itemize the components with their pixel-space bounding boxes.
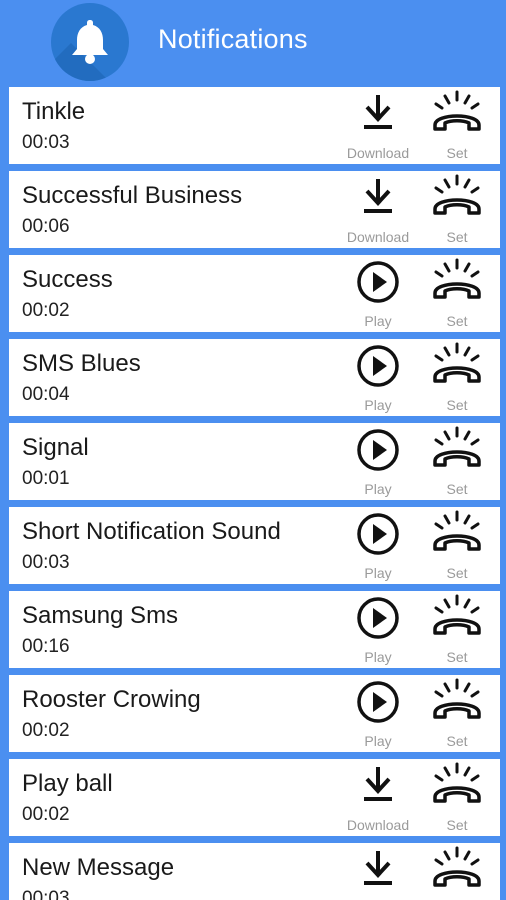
ringing-phone-icon <box>433 846 481 887</box>
play-icon <box>357 597 399 639</box>
ringtone-duration: 00:01 <box>22 468 70 489</box>
set-label: Set <box>446 397 468 413</box>
download-icon <box>364 851 392 885</box>
list-item[interactable]: Samsung Sms 00:16 Play Set <box>9 591 500 668</box>
ringing-phone-icon <box>433 762 481 803</box>
set-label: Set <box>446 481 468 497</box>
ringtone-name: New Message <box>22 854 175 881</box>
play-button[interactable]: Play <box>333 423 423 500</box>
play-label: Play <box>364 481 392 497</box>
set-button[interactable]: Set <box>411 339 503 416</box>
ringtone-name: Success <box>22 266 113 293</box>
ringtone-duration: 00:03 <box>22 132 70 153</box>
app: Notifications Tinkle 00:03 Download Set … <box>0 0 506 900</box>
download-button[interactable]: Download <box>333 171 423 248</box>
play-label: Play <box>364 733 392 749</box>
list-item[interactable]: Signal 00:01 Play Set <box>9 423 500 500</box>
download-label: Download <box>346 229 410 245</box>
ringtone-duration: 00:02 <box>22 300 70 321</box>
ringing-phone-icon <box>433 510 481 551</box>
set-label: Set <box>446 565 468 581</box>
play-icon <box>357 345 399 387</box>
ringing-phone-icon <box>433 594 481 635</box>
download-icon <box>364 767 392 801</box>
set-button[interactable]: Set <box>411 759 503 836</box>
ringtone-list: Tinkle 00:03 Download Set Successful Bus… <box>9 87 500 900</box>
set-label: Set <box>446 313 468 329</box>
set-button[interactable]: Set <box>411 843 503 900</box>
play-icon <box>357 261 399 303</box>
bell-icon <box>51 3 129 81</box>
download-icon <box>364 179 392 213</box>
ringing-phone-icon <box>433 174 481 215</box>
play-label: Play <box>364 565 392 581</box>
set-label: Set <box>446 649 468 665</box>
play-button[interactable]: Play <box>333 339 423 416</box>
top-app-bar: Notifications <box>0 0 506 84</box>
list-item[interactable]: Successful Business 00:06 Download Set <box>9 171 500 248</box>
set-button[interactable]: Set <box>411 423 503 500</box>
ringtone-name: Tinkle <box>22 98 86 125</box>
ringtone-name: Play ball <box>22 770 113 797</box>
ringtone-name: Samsung Sms <box>22 602 179 629</box>
ringing-phone-icon <box>433 678 481 719</box>
ringtone-duration: 00:03 <box>22 888 70 900</box>
ringtone-name: Short Notification Sound <box>22 518 281 545</box>
play-button[interactable]: Play <box>333 675 423 752</box>
ringing-phone-icon <box>433 90 481 131</box>
set-label: Set <box>446 145 468 161</box>
set-label: Set <box>446 733 468 749</box>
play-icon <box>357 681 399 723</box>
set-button[interactable]: Set <box>411 591 503 668</box>
play-label: Play <box>364 313 392 329</box>
page-title: Notifications <box>158 24 308 54</box>
ringing-phone-icon <box>433 342 481 383</box>
play-label: Play <box>364 397 392 413</box>
download-label: Download <box>346 145 410 161</box>
ringtone-duration: 00:06 <box>22 216 70 237</box>
download-button[interactable]: Download <box>333 87 423 164</box>
download-label: Download <box>346 817 410 833</box>
set-button[interactable]: Set <box>411 171 503 248</box>
ringtone-name: Signal <box>22 434 89 461</box>
download-button[interactable]: Download <box>333 843 423 900</box>
list-item[interactable]: SMS Blues 00:04 Play Set <box>9 339 500 416</box>
ringtone-duration: 00:04 <box>22 384 70 405</box>
play-button[interactable]: Play <box>333 591 423 668</box>
download-button[interactable]: Download <box>333 759 423 836</box>
ringtone-name: Rooster Crowing <box>22 686 201 713</box>
play-button[interactable]: Play <box>333 507 423 584</box>
list-item[interactable]: Success 00:02 Play Set <box>9 255 500 332</box>
play-icon <box>357 429 399 471</box>
play-icon <box>357 513 399 555</box>
ringtone-duration: 00:03 <box>22 552 70 573</box>
set-label: Set <box>446 229 468 245</box>
set-button[interactable]: Set <box>411 507 503 584</box>
ringtone-duration: 00:02 <box>22 720 70 741</box>
set-button[interactable]: Set <box>411 255 503 332</box>
ringing-phone-icon <box>433 426 481 467</box>
play-button[interactable]: Play <box>333 255 423 332</box>
list-item[interactable]: Tinkle 00:03 Download Set <box>9 87 500 164</box>
ringtone-duration: 00:02 <box>22 804 70 825</box>
download-icon <box>364 95 392 129</box>
list-item[interactable]: New Message 00:03 Download Set <box>9 843 500 900</box>
set-label: Set <box>446 817 468 833</box>
ringtone-name: Successful Business <box>22 182 243 209</box>
set-button[interactable]: Set <box>411 87 503 164</box>
ringtone-name: SMS Blues <box>22 350 141 377</box>
play-label: Play <box>364 649 392 665</box>
ringtone-duration: 00:16 <box>22 636 70 657</box>
list-item[interactable]: Play ball 00:02 Download Set <box>9 759 500 836</box>
list-item[interactable]: Short Notification Sound 00:03 Play Set <box>9 507 500 584</box>
list-item[interactable]: Rooster Crowing 00:02 Play Set <box>9 675 500 752</box>
ringing-phone-icon <box>433 258 481 299</box>
set-button[interactable]: Set <box>411 675 503 752</box>
